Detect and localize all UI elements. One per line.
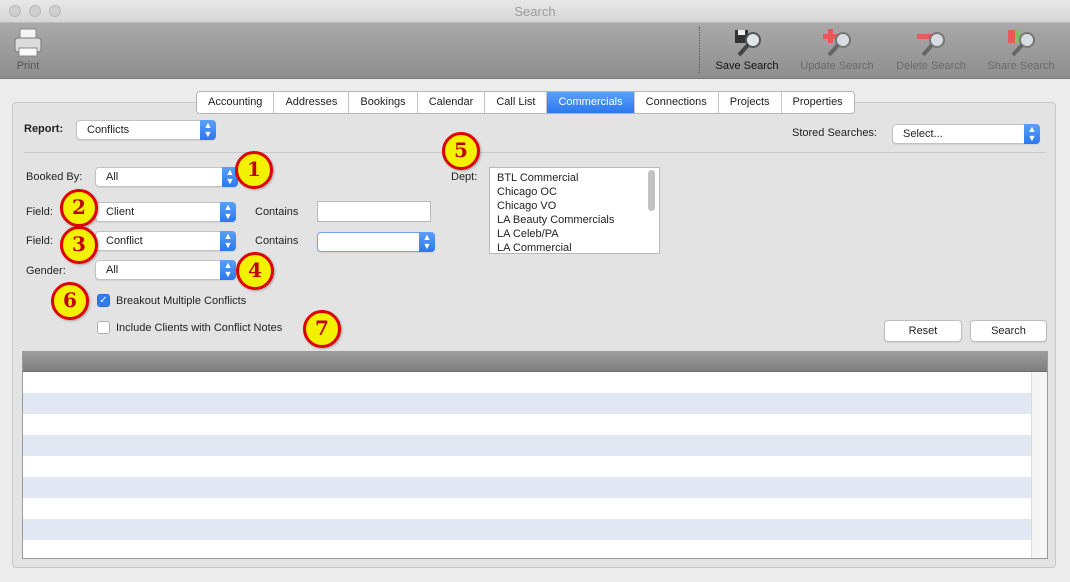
toolbar: Print Save Search Update Search Delete S… <box>0 23 1070 79</box>
booked-by-select[interactable]: All ▲ ▼ <box>95 167 238 187</box>
annotation-badge-5: 5 <box>442 132 480 170</box>
printer-icon <box>14 28 42 57</box>
tab-calendar[interactable]: Calendar <box>417 92 486 113</box>
table-row[interactable] <box>23 456 1032 477</box>
update-search-icon <box>823 29 851 57</box>
booked-by-label: Booked By: <box>26 171 83 183</box>
field2-select[interactable]: Conflict ▲ ▼ <box>95 231 236 251</box>
tab-accounting[interactable]: Accounting <box>197 92 275 113</box>
chevron-updown-icon: ▲ ▼ <box>200 120 216 140</box>
field1-select[interactable]: Client ▲ ▼ <box>95 202 236 222</box>
table-row[interactable] <box>23 498 1032 519</box>
list-item[interactable]: Chicago VO <box>490 199 659 213</box>
field1-value: Client <box>106 206 135 218</box>
update-search-label: Update Search <box>800 60 874 72</box>
list-item[interactable]: LA Commercial <box>490 241 659 253</box>
toolbar-separator <box>699 27 700 73</box>
table-row[interactable] <box>23 540 1032 558</box>
stored-searches-label: Stored Searches: <box>792 127 877 139</box>
table-row[interactable] <box>23 435 1032 456</box>
list-item[interactable]: Chicago OC <box>490 185 659 199</box>
list-item[interactable]: BTL Commercial <box>490 171 659 185</box>
dept-list[interactable]: BTL Commercial Chicago OC Chicago VO LA … <box>489 167 660 254</box>
results-scrollbar[interactable] <box>1031 372 1047 558</box>
gender-select[interactable]: All ▲ ▼ <box>95 260 236 280</box>
field1-label: Field: <box>26 206 53 218</box>
tab-connections[interactable]: Connections <box>634 92 719 113</box>
category-tabs: Accounting Addresses Bookings Calendar C… <box>196 91 855 114</box>
chevron-updown-icon: ▲ ▼ <box>1024 124 1040 144</box>
divider <box>24 152 1045 153</box>
contains2-label: Contains <box>255 235 299 247</box>
contains1-input[interactable] <box>317 201 431 222</box>
save-search-button[interactable]: Save Search <box>710 23 784 78</box>
tab-projects[interactable]: Projects <box>718 92 782 113</box>
results-table-header[interactable] <box>23 352 1047 372</box>
print-button[interactable]: Print <box>4 23 52 78</box>
list-item[interactable]: LA Celeb/PA <box>490 227 659 241</box>
include-notes-checkbox[interactable] <box>97 321 110 334</box>
annotation-badge-2: 2 <box>60 189 98 227</box>
dept-label: Dept: <box>451 171 478 183</box>
list-item[interactable]: LA Beauty Commercials <box>490 213 659 227</box>
save-search-icon <box>735 30 761 57</box>
delete-search-button[interactable]: Delete Search <box>892 23 970 78</box>
stored-searches-value: Select... <box>903 128 943 140</box>
tab-properties[interactable]: Properties <box>781 92 854 113</box>
annotation-badge-3: 3 <box>60 226 98 264</box>
chevron-updown-icon: ▲ ▼ <box>419 232 435 252</box>
table-row[interactable] <box>23 519 1032 540</box>
share-search-button[interactable]: Share Search <box>984 23 1058 78</box>
report-value: Conflicts <box>87 124 130 136</box>
table-row[interactable] <box>23 477 1032 498</box>
table-row[interactable] <box>23 414 1032 435</box>
table-row[interactable] <box>23 372 1032 393</box>
gender-label: Gender: <box>26 265 66 277</box>
report-select[interactable]: Conflicts ▲ ▼ <box>76 120 216 140</box>
breakout-label: Breakout Multiple Conflicts <box>116 295 247 307</box>
contains1-label: Contains <box>255 206 299 218</box>
chevron-updown-icon: ▲ ▼ <box>220 202 236 222</box>
annotation-badge-6: 6 <box>51 282 89 320</box>
delete-search-icon <box>917 32 945 57</box>
window-title: Search <box>514 4 556 19</box>
update-search-button[interactable]: Update Search <box>796 23 878 78</box>
breakout-checkbox[interactable]: ✓ <box>97 294 110 307</box>
annotation-badge-7: 7 <box>303 310 341 348</box>
tab-call-list[interactable]: Call List <box>485 92 548 113</box>
print-label: Print <box>16 60 40 72</box>
report-label: Report: <box>24 123 64 135</box>
dept-list-scrollbar[interactable] <box>648 170 655 211</box>
annotation-badge-1: 1 <box>235 151 273 189</box>
booked-by-value: All <box>106 171 119 183</box>
field2-value: Conflict <box>106 235 143 247</box>
share-search-label: Share Search <box>987 60 1055 72</box>
chevron-updown-icon: ▲ ▼ <box>220 260 236 280</box>
tab-commercials[interactable]: Commercials <box>547 92 635 113</box>
share-search-icon <box>1008 30 1035 57</box>
title-bar: Search <box>0 0 1070 23</box>
contains2-combo[interactable]: ▲ ▼ <box>317 232 435 252</box>
tab-bookings[interactable]: Bookings <box>349 92 418 113</box>
results-table[interactable] <box>22 351 1048 559</box>
tab-addresses[interactable]: Addresses <box>274 92 350 113</box>
save-search-label: Save Search <box>715 60 779 72</box>
table-row[interactable] <box>23 393 1032 414</box>
annotation-badge-4: 4 <box>236 252 274 290</box>
field2-label: Field: <box>26 235 53 247</box>
chevron-updown-icon: ▲ ▼ <box>220 231 236 251</box>
stored-searches-select[interactable]: Select... ▲ ▼ <box>892 124 1040 144</box>
reset-button[interactable]: Reset <box>884 320 962 342</box>
delete-search-label: Delete Search <box>896 60 966 72</box>
search-button[interactable]: Search <box>970 320 1047 342</box>
include-notes-label: Include Clients with Conflict Notes <box>116 322 283 334</box>
gender-value: All <box>106 264 119 276</box>
